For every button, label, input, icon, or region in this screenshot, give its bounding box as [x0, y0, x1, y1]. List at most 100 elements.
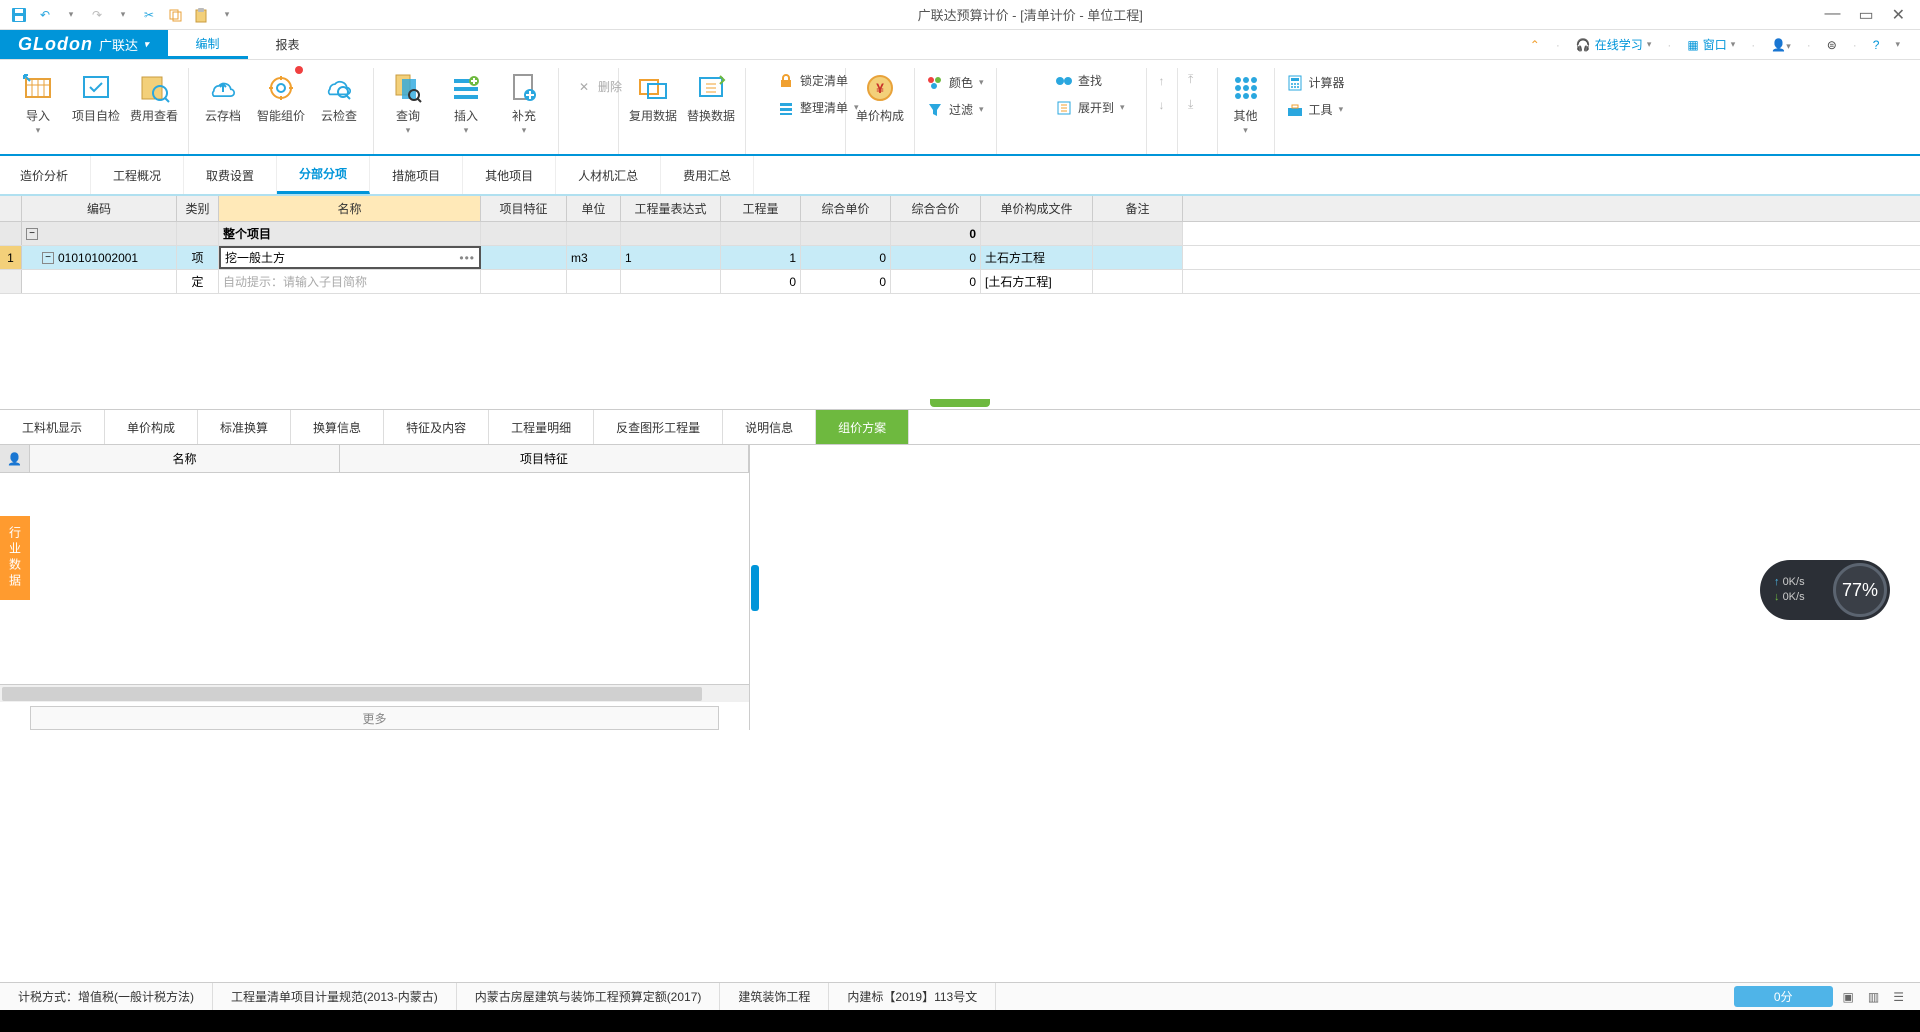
cell-name-editing[interactable]: 挖一般土方••• — [219, 246, 481, 269]
brand-dropdown[interactable]: ▾ — [144, 39, 150, 50]
color-button[interactable]: 颜色▾ — [921, 72, 990, 93]
paste-icon[interactable] — [192, 6, 210, 24]
vsplitter-handle[interactable] — [751, 565, 759, 611]
menu-report[interactable]: 报表 — [248, 30, 328, 59]
side-tab-industry-data[interactable]: 行业数据 — [0, 516, 30, 600]
cell-unitprice[interactable]: 0 — [801, 270, 891, 293]
horizontal-splitter[interactable] — [0, 399, 1920, 409]
scrollbar-thumb[interactable] — [2, 687, 702, 701]
cell-totalprice[interactable]: 0 — [891, 270, 981, 293]
lower-col-person-icon[interactable]: 👤 — [0, 445, 30, 472]
grid-row-2[interactable]: 定 自动提示：请输入子目简称 0 0 0 [土石方工程] — [0, 270, 1920, 294]
cut-icon[interactable]: ✂ — [140, 6, 158, 24]
cell-quantity[interactable]: 1 — [721, 246, 801, 269]
status-icon-2[interactable]: ▥ — [1868, 990, 1879, 1004]
lower-col-name[interactable]: 名称 — [30, 445, 340, 472]
status-icon-3[interactable]: ☰ — [1893, 990, 1904, 1004]
supplement-button[interactable]: 补充▾ — [496, 68, 552, 138]
tab-division-items[interactable]: 分部分项 — [277, 156, 370, 194]
ltab-detail[interactable]: 工程量明细 — [489, 410, 594, 444]
lower-right-pane[interactable] — [760, 445, 1920, 730]
tab-rmm-summary[interactable]: 人材机汇总 — [556, 156, 661, 194]
ltab-convert[interactable]: 换算信息 — [291, 410, 384, 444]
cell-totalprice[interactable]: 0 — [891, 246, 981, 269]
vertical-splitter[interactable] — [750, 445, 760, 730]
status-quota[interactable]: 内蒙古房屋建筑与装饰工程预算定额(2017) — [457, 983, 721, 1010]
user-icon[interactable]: 👤▾ — [1771, 38, 1790, 52]
tab-measure-items[interactable]: 措施项目 — [370, 156, 463, 194]
ltab-unitcomp[interactable]: 单价构成 — [105, 410, 198, 444]
col-name[interactable]: 名称 — [219, 196, 481, 221]
window-menu[interactable]: ▦ 窗口 ▾ — [1687, 36, 1735, 53]
paste-dropdown[interactable]: ▾ — [218, 6, 236, 24]
menu-compile[interactable]: 编制 — [168, 30, 248, 59]
cloudcheck-button[interactable]: 云检查 — [311, 68, 367, 125]
tab-fee-settings[interactable]: 取费设置 — [184, 156, 277, 194]
cell-category[interactable]: 项 — [177, 246, 219, 269]
col-pricefile[interactable]: 单价构成文件 — [981, 196, 1093, 221]
ltab-material[interactable]: 工料机显示 — [0, 410, 105, 444]
undo-icon[interactable]: ↶ — [36, 6, 54, 24]
col-remark[interactable]: 备注 — [1093, 196, 1183, 221]
cell-expression[interactable]: 1 — [621, 246, 721, 269]
help-icon[interactable]: ? — [1873, 38, 1880, 52]
ltab-desc[interactable]: 说明信息 — [723, 410, 816, 444]
ltab-reverse[interactable]: 反查图形工程量 — [594, 410, 723, 444]
minimize-button[interactable]: — — [1824, 5, 1840, 25]
lower-col-feature[interactable]: 项目特征 — [340, 445, 749, 472]
tab-other-items[interactable]: 其他项目 — [463, 156, 556, 194]
restore-button[interactable]: ▭ — [1858, 5, 1873, 25]
redo-dropdown[interactable]: ▾ — [114, 6, 132, 24]
tab-cost-analysis[interactable]: 造价分析 — [0, 156, 91, 194]
collapse-toggle[interactable]: − — [26, 228, 38, 240]
ltab-feature[interactable]: 特征及内容 — [384, 410, 489, 444]
import-button[interactable]: 导入▾ — [10, 68, 66, 138]
status-tax[interactable]: 计税方式：增值税(一般计税方法) — [0, 983, 213, 1010]
cell-feature[interactable] — [481, 246, 567, 269]
delete-button[interactable]: ✕ 删除 — [570, 76, 628, 97]
find-button[interactable]: 查找 — [1050, 70, 1131, 91]
arrow-top-button[interactable]: ⤒ — [1182, 70, 1199, 89]
filter-button[interactable]: 过滤▾ — [921, 99, 990, 120]
splitter-handle[interactable] — [930, 399, 990, 407]
more-button[interactable]: 更多 — [30, 706, 719, 730]
cell-root-name[interactable]: 整个项目 — [219, 222, 481, 245]
col-unitprice[interactable]: 综合单价 — [801, 196, 891, 221]
cell-rownum[interactable]: 1 — [0, 246, 22, 269]
query-button[interactable]: 查询▾ — [380, 68, 436, 138]
undo-dropdown[interactable]: ▾ — [62, 6, 80, 24]
col-totalprice[interactable]: 综合合价 — [891, 196, 981, 221]
other-button[interactable]: 其他▾ — [1224, 68, 1268, 138]
cell-root-totalprice[interactable]: 0 — [891, 222, 981, 245]
calculator-button[interactable]: 计算器 — [1281, 72, 1351, 93]
redo-icon[interactable]: ↷ — [88, 6, 106, 24]
col-category[interactable]: 类别 — [177, 196, 219, 221]
cell-remark[interactable] — [1093, 246, 1183, 269]
copydata-button[interactable]: 复用数据 — [625, 68, 681, 125]
horizontal-scrollbar[interactable] — [0, 684, 749, 702]
system-icon[interactable]: ⊜ — [1827, 38, 1837, 52]
lock-list-button[interactable]: 锁定清单 — [772, 70, 865, 91]
copy-icon[interactable] — [166, 6, 184, 24]
replacedata-button[interactable]: 替换数据 — [683, 68, 739, 125]
status-icon-1[interactable]: ▣ — [1843, 990, 1854, 1004]
insert-button[interactable]: 插入▾ — [438, 68, 494, 138]
arrow-down-button[interactable]: ↓ — [1153, 96, 1171, 114]
col-feature[interactable]: 项目特征 — [481, 196, 567, 221]
cell-code[interactable]: 010101002001 — [58, 251, 138, 265]
tab-project-overview[interactable]: 工程概况 — [91, 156, 184, 194]
collapse-toggle[interactable]: − — [42, 252, 54, 264]
cell-unit[interactable]: m3 — [567, 246, 621, 269]
col-unit[interactable]: 单位 — [567, 196, 621, 221]
tab-fee-summary[interactable]: 费用汇总 — [661, 156, 754, 194]
status-project[interactable]: 建筑装饰工程 — [720, 983, 829, 1010]
col-quantity[interactable]: 工程量 — [721, 196, 801, 221]
cell-quantity[interactable]: 0 — [721, 270, 801, 293]
grid-row-1[interactable]: 1 − 010101002001 项 挖一般土方••• m3 1 1 0 0 土… — [0, 246, 1920, 270]
close-button[interactable]: ✕ — [1892, 5, 1905, 25]
col-code[interactable]: 编码 — [22, 196, 177, 221]
tools-button[interactable]: 工具▾ — [1281, 99, 1351, 120]
col-expression[interactable]: 工程量表达式 — [621, 196, 721, 221]
status-doc[interactable]: 内建标【2019】113号文 — [829, 983, 996, 1010]
save-icon[interactable] — [10, 6, 28, 24]
